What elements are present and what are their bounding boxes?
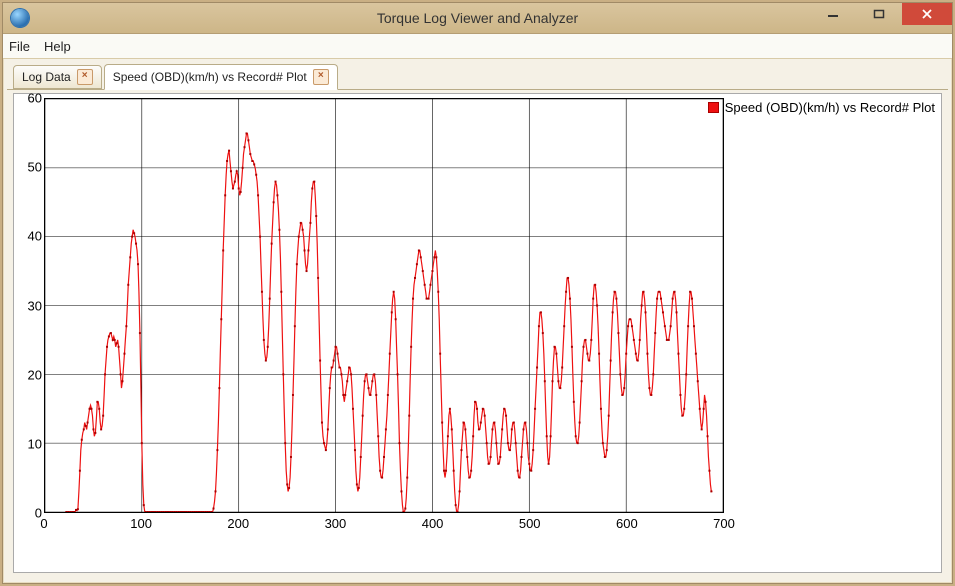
chart-panel: Speed (OBD)(km/h) vs Record# Plot 0 10 20 3… xyxy=(13,93,942,573)
x-tick-label: 700 xyxy=(713,516,735,531)
menubar: File Help xyxy=(3,34,952,59)
tab-close-icon[interactable]: × xyxy=(313,69,329,85)
content-area: Log Data × Speed (OBD)(km/h) vs Record# … xyxy=(7,61,948,579)
tab-close-icon[interactable]: × xyxy=(77,69,93,85)
legend: Speed (OBD)(km/h) vs Record# Plot xyxy=(708,100,935,115)
x-tick-label: 400 xyxy=(422,516,444,531)
x-tick-label: 300 xyxy=(325,516,347,531)
x-tick-label: 500 xyxy=(519,516,541,531)
maximize-icon xyxy=(873,8,885,20)
x-tick-label: 200 xyxy=(227,516,249,531)
y-tick-label: 40 xyxy=(18,229,42,244)
tab-plot-label: Speed (OBD)(km/h) vs Record# Plot xyxy=(113,70,307,84)
plot-area xyxy=(44,98,724,513)
tab-plot[interactable]: Speed (OBD)(km/h) vs Record# Plot × xyxy=(104,64,338,90)
minimize-button[interactable] xyxy=(810,3,856,25)
x-axis-labels: 0100200300400500600700 xyxy=(44,516,724,536)
titlebar: Torque Log Viewer and Analyzer xyxy=(3,3,952,34)
legend-text: Speed (OBD)(km/h) vs Record# Plot xyxy=(725,100,935,115)
app-icon xyxy=(11,9,29,27)
x-tick-label: 600 xyxy=(616,516,638,531)
y-tick-label: 50 xyxy=(18,160,42,175)
minimize-icon xyxy=(827,8,839,20)
menu-help[interactable]: Help xyxy=(44,39,71,54)
maximize-button[interactable] xyxy=(856,3,902,25)
y-tick-label: 20 xyxy=(18,367,42,382)
y-tick-label: 60 xyxy=(18,91,42,106)
x-tick-label: 0 xyxy=(40,516,47,531)
y-tick-label: 30 xyxy=(18,298,42,313)
window-controls xyxy=(810,3,952,25)
close-icon xyxy=(921,8,933,20)
x-tick-label: 100 xyxy=(130,516,152,531)
tab-log-data-label: Log Data xyxy=(22,70,71,84)
y-axis-labels: 0102030405060 xyxy=(18,98,42,513)
tab-log-data[interactable]: Log Data × xyxy=(13,65,102,89)
tabstrip: Log Data × Speed (OBD)(km/h) vs Record# … xyxy=(7,61,948,90)
close-button[interactable] xyxy=(902,3,952,25)
plot-svg xyxy=(45,99,723,512)
menu-file[interactable]: File xyxy=(9,39,30,54)
y-tick-label: 0 xyxy=(18,506,42,521)
y-tick-label: 10 xyxy=(18,436,42,451)
